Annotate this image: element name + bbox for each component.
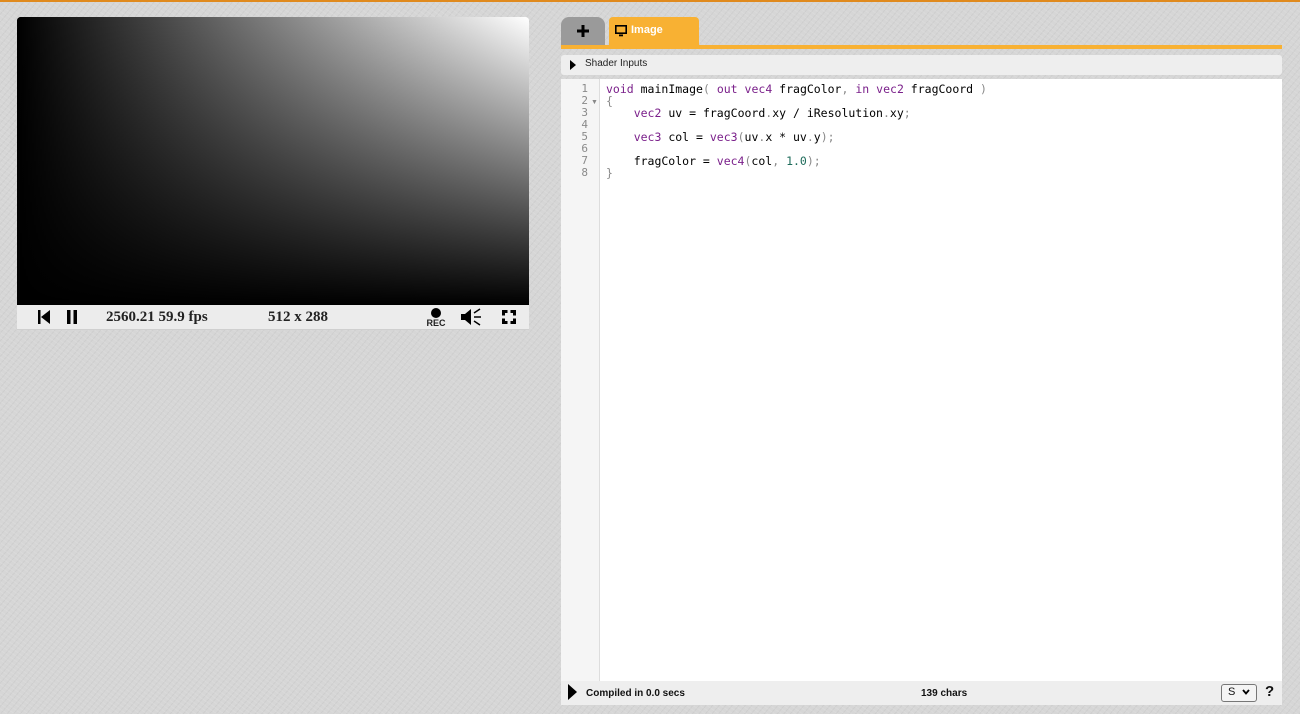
add-tab-button[interactable] xyxy=(561,17,605,45)
code-area[interactable]: 1 2 ▼ 3 4 5 6 7 8 void mainImage( out ve… xyxy=(561,79,1282,681)
render-output xyxy=(17,17,529,305)
record-icon xyxy=(431,308,441,318)
shader-player: 2560.21 59.9 fps 512 x 288 REC xyxy=(17,17,529,330)
char-count: 139 chars xyxy=(921,688,968,699)
tab-image-label: Image xyxy=(631,24,663,36)
code-line: void mainImage( out vec4 fragColor, in v… xyxy=(606,82,987,96)
compile-play-icon[interactable] xyxy=(568,684,577,700)
code-text: void mainImage( out vec4 fragColor, in v… xyxy=(606,79,987,199)
compile-status: Compiled in 0.0 secs xyxy=(586,688,685,699)
rewind-icon[interactable] xyxy=(37,309,51,325)
editor-tabs: Image xyxy=(561,17,1282,49)
code-editor-panel: Image Shader Inputs 1 2 ▼ 3 4 5 6 7 8 vo… xyxy=(561,17,1282,705)
help-button[interactable]: ? xyxy=(1265,683,1274,700)
record-label: REC xyxy=(426,318,446,328)
tab-image[interactable]: Image xyxy=(609,17,699,45)
pause-icon[interactable] xyxy=(65,309,79,325)
code-line: } xyxy=(606,166,613,180)
player-controls: 2560.21 59.9 fps 512 x 288 REC xyxy=(17,305,529,330)
code-line: fragColor = vec4(col, 1.0); xyxy=(606,154,821,168)
plus-icon xyxy=(577,25,589,37)
shader-inputs-label: Shader Inputs xyxy=(585,58,648,69)
fullscreen-icon[interactable] xyxy=(501,309,517,325)
tab-underline xyxy=(561,45,1282,49)
record-button[interactable]: REC xyxy=(425,307,447,329)
shader-inputs-toggle[interactable]: Shader Inputs xyxy=(561,55,1282,75)
mode-value: S xyxy=(1228,686,1236,698)
monitor-icon xyxy=(615,25,627,37)
line-number: 8 xyxy=(581,166,588,179)
render-canvas[interactable] xyxy=(17,17,529,305)
chevron-down-icon xyxy=(1242,689,1250,695)
code-line: vec3 col = vec3(uv.x * uv.y); xyxy=(633,130,835,144)
editor-status-bar: Compiled in 0.0 secs 139 chars S ? xyxy=(561,681,1282,705)
volume-icon[interactable] xyxy=(460,308,482,326)
top-border xyxy=(0,0,1300,2)
fold-arrow-icon[interactable]: ▼ xyxy=(591,99,598,106)
code-line: vec2 uv = fragCoord.xy / iResolution.xy; xyxy=(633,106,911,120)
expand-arrow-icon xyxy=(570,60,576,70)
line-number-gutter: 1 2 ▼ 3 4 5 6 7 8 xyxy=(561,79,600,681)
mode-select[interactable]: S xyxy=(1221,684,1257,702)
resolution-readout: 512 x 288 xyxy=(268,309,328,325)
time-fps-readout: 2560.21 59.9 fps xyxy=(106,309,208,325)
